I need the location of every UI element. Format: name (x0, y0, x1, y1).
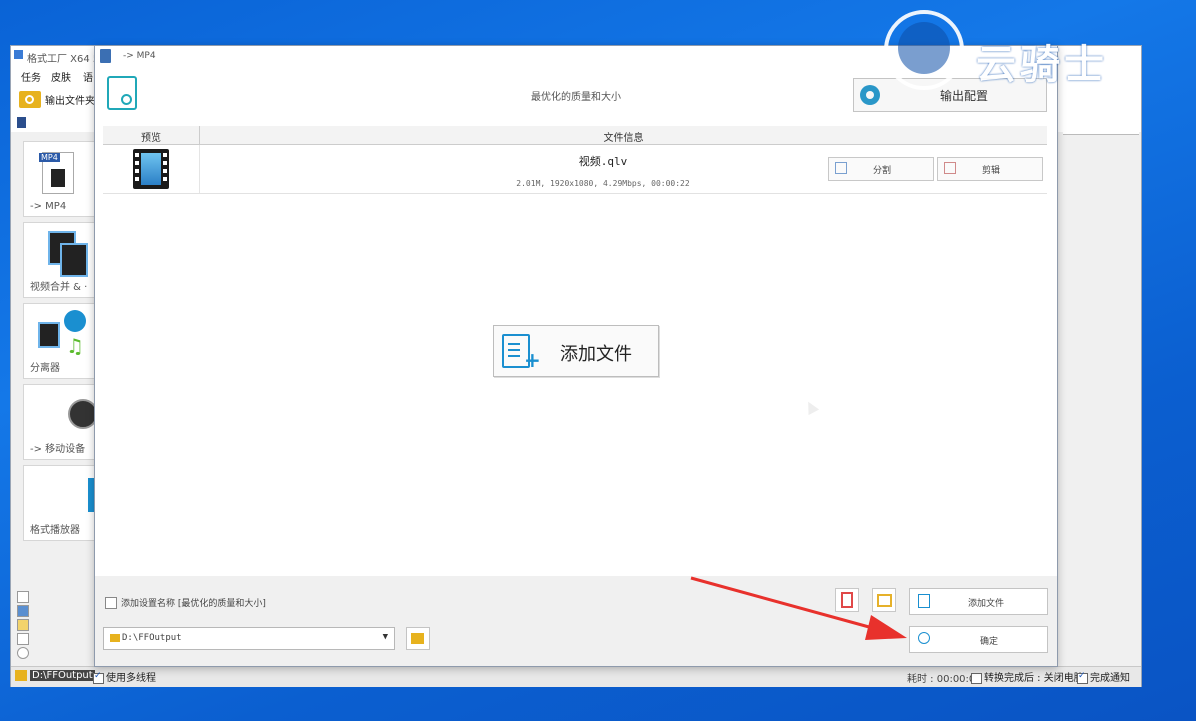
multithread-checkbox[interactable] (93, 671, 104, 684)
chevron-down-icon[interactable]: ▼ (383, 632, 388, 642)
output-path-value: D:\FFOutput (122, 633, 182, 643)
watermark-logo: 云骑士 (884, 10, 1184, 100)
file-meta: 2.01M, 1920x1080, 4.29Mbps, 00:00:22 (516, 179, 690, 188)
save-name-checkbox[interactable] (105, 596, 117, 609)
split-label: 分割 (873, 166, 892, 176)
category-tile-player[interactable]: 格式播放器 (23, 465, 96, 541)
mini-icon-3[interactable] (17, 619, 29, 631)
add-file-big-label: 添加文件 (560, 344, 632, 365)
trash-icon (100, 49, 111, 63)
category-label: 分离器 (30, 363, 60, 374)
category-tile-merge[interactable]: 视频合并 & · (23, 222, 96, 298)
profile-title: 最优化的质量和大小 (531, 92, 621, 103)
folder-icon (110, 634, 120, 642)
dialog-title: -> MP4 (123, 51, 156, 61)
category-label: -> MP4 (30, 201, 67, 212)
after-convert-checkbox[interactable] (971, 672, 982, 684)
split-button[interactable]: 分割 (828, 157, 934, 181)
add-file-label: 添加文件 (968, 599, 1005, 609)
split-icon (835, 162, 847, 174)
save-name-label: 添加设置名称 [最优化的质量和大小] (121, 599, 266, 609)
save-name-checkbox-row[interactable]: 添加设置名称 [最优化的质量和大小] (105, 596, 266, 609)
column-preview: 预览 (141, 133, 161, 144)
notify-label: 完成通知 (1090, 673, 1130, 684)
status-bar: D:\FFOutput 使用多线程 耗时 : 00:00:00 转换完成后 : … (11, 666, 1141, 687)
folder-icon (15, 670, 27, 681)
video-category-icon[interactable] (17, 117, 26, 128)
output-folder-button[interactable]: 输出文件夹 (19, 88, 95, 110)
menu-language[interactable]: 语 (83, 69, 93, 84)
plus-icon: + (524, 348, 541, 372)
notify-checkbox[interactable] (1077, 671, 1088, 684)
film-icon (51, 169, 65, 187)
mini-icon-4[interactable] (17, 633, 29, 645)
mini-icon-5[interactable] (17, 647, 29, 659)
trim-icon (944, 162, 956, 174)
category-label: 格式播放器 (30, 525, 80, 536)
browse-folder-button[interactable] (406, 627, 430, 650)
music-note-icon: ♫ (66, 334, 84, 358)
film-icon (38, 322, 60, 348)
file-table-header: 预览 文件信息 (103, 126, 1047, 145)
ok-label: 确定 (980, 637, 999, 647)
mp4-file-icon: MP4 (39, 152, 74, 194)
status-path[interactable]: D:\FFOutput (30, 670, 95, 681)
trim-button[interactable]: 剪辑 (937, 157, 1043, 181)
menu-task[interactable]: 任务 (21, 69, 41, 84)
right-panel-header (1063, 116, 1139, 135)
profile-settings-icon[interactable] (107, 76, 137, 110)
mouse-cursor-icon (802, 398, 820, 416)
reel-icon (64, 310, 86, 332)
ok-button[interactable]: 确定 (909, 626, 1048, 653)
folder-icon (411, 633, 424, 644)
add-file-button[interactable]: 添加文件 (909, 588, 1048, 615)
trim-label: 剪辑 (982, 166, 1001, 176)
watermark-text: 云骑士 (976, 42, 1108, 88)
film-stack-icon-2 (60, 243, 88, 277)
category-tile-splitter[interactable]: ♫ 分离器 (23, 303, 96, 379)
disc-icon (68, 399, 96, 429)
add-file-big-button[interactable]: + 添加文件 (493, 325, 659, 377)
after-convert-label: 转换完成后 : 关闭电脑 (984, 673, 1084, 684)
app-icon (14, 50, 23, 59)
output-path-select[interactable]: D:\FFOutput ▼ (103, 627, 395, 650)
file-name: 视频.qlv (578, 155, 628, 168)
column-file-info: 文件信息 (603, 133, 644, 144)
category-tile-mp4[interactable]: MP4 -> MP4 (23, 141, 96, 217)
gear-icon (860, 85, 880, 105)
add-file-icon (918, 594, 930, 608)
check-circle-icon (918, 632, 930, 644)
category-tile-mobile[interactable]: -> 移动设备 (23, 384, 96, 460)
table-row[interactable]: 视频.qlv 2.01M, 1920x1080, 4.29Mbps, 00:00… (103, 145, 1047, 194)
mini-icon-2[interactable] (17, 605, 29, 617)
red-arrow-annotation (690, 576, 907, 640)
multithread-label: 使用多线程 (106, 673, 156, 684)
output-folder-label: 输出文件夹 (45, 95, 95, 107)
main-title: 格式工厂 X64 5 (27, 54, 100, 65)
video-thumbnail-icon (133, 149, 169, 189)
menu-skin[interactable]: 皮肤 (51, 69, 71, 84)
mini-icon-1[interactable] (17, 591, 29, 603)
category-label: 视频合并 & · (30, 282, 88, 293)
mp4-badge: MP4 (39, 153, 60, 162)
folder-icon (19, 90, 41, 108)
category-label: -> 移动设备 (30, 444, 86, 455)
